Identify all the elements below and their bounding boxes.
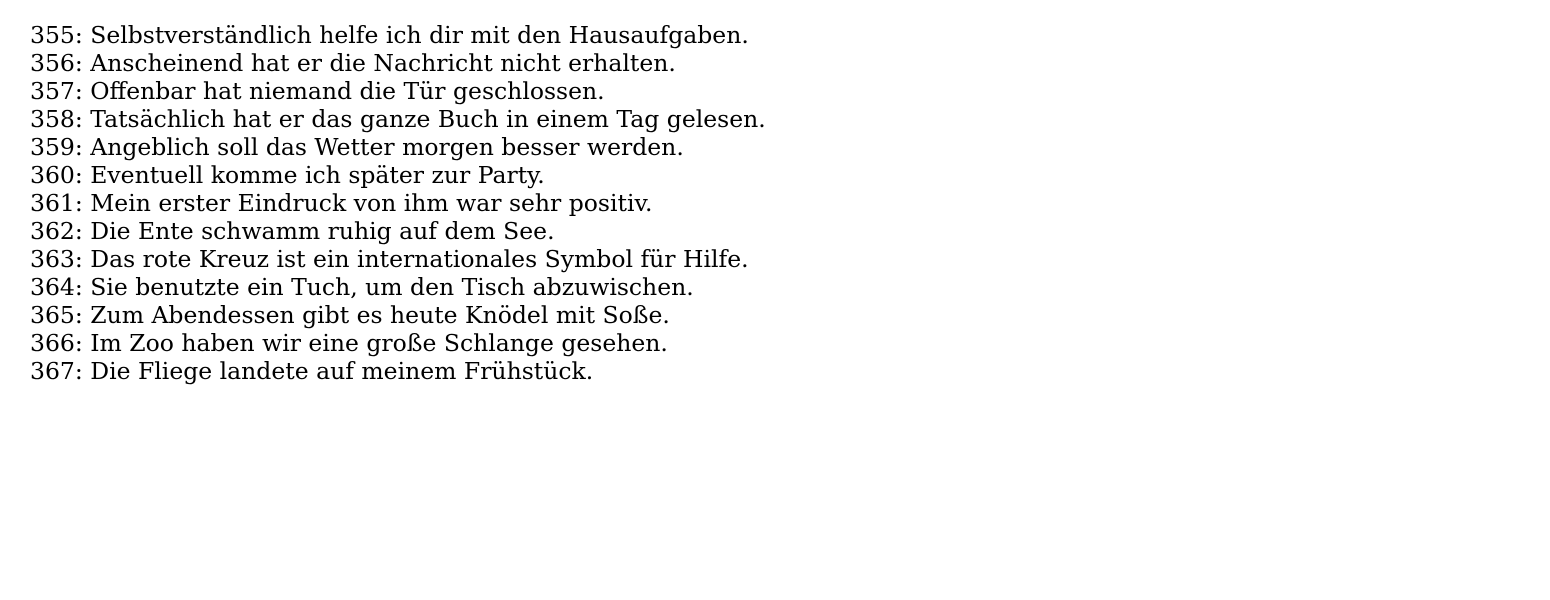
- sentence-line: 360: Eventuell komme ich später zur Part…: [30, 161, 545, 189]
- sentence-list: 355: Selbstverständlich helfe ich dir mi…: [30, 21, 766, 385]
- sentence-line: 367: Die Fliege landete auf meinem Frühs…: [30, 357, 594, 385]
- sentence-line: 361: Mein erster Eindruck von ihm war se…: [30, 189, 653, 217]
- sentence-line: 365: Zum Abendessen gibt es heute Knödel…: [30, 301, 670, 329]
- sentence-line: 355: Selbstverständlich helfe ich dir mi…: [30, 21, 749, 49]
- sentence-line: 357: Offenbar hat niemand die Tür geschl…: [30, 77, 605, 105]
- sentence-line: 359: Angeblich soll das Wetter morgen be…: [30, 133, 684, 161]
- sentence-line: 363: Das rote Kreuz ist ein internationa…: [30, 245, 749, 273]
- sentence-line: 364: Sie benutzte ein Tuch, um den Tisch…: [30, 273, 694, 301]
- sentence-line: 358: Tatsächlich hat er das ganze Buch i…: [30, 105, 766, 133]
- sentence-line: 362: Die Ente schwamm ruhig auf dem See.: [30, 217, 555, 245]
- sentence-line: 356: Anscheinend hat er die Nachricht ni…: [30, 49, 676, 77]
- sentence-line: 366: Im Zoo haben wir eine große Schlang…: [30, 329, 668, 357]
